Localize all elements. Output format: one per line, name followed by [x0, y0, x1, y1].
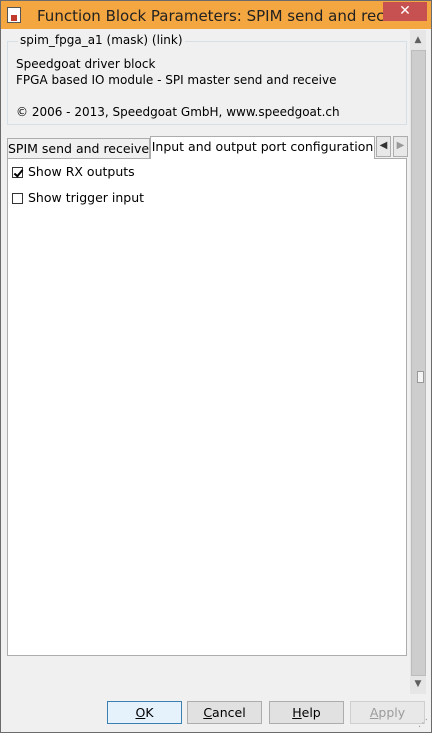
window-title: Function Block Parameters: SPIM send and…	[37, 7, 416, 25]
help-label-rest: elp	[301, 705, 321, 720]
cancel-label-rest: ancel	[212, 705, 246, 720]
scroll-down-icon[interactable]: ▼	[410, 676, 426, 692]
apply-label-rest: pply	[378, 705, 406, 720]
tab-strip: SPIM send and receive Input and output p…	[7, 136, 408, 159]
show-rx-outputs-label: Show RX outputs	[28, 164, 135, 179]
close-button[interactable]: ✕	[383, 2, 427, 21]
scroll-up-icon[interactable]: ▲	[410, 32, 426, 48]
show-trigger-input-label: Show trigger input	[28, 190, 145, 205]
copyright-line: © 2006 - 2013, Speedgoat GmbH, www.speed…	[16, 105, 340, 119]
vertical-scrollbar[interactable]: ▲ ▼	[410, 30, 426, 694]
ok-mnemonic: O	[135, 705, 146, 720]
show-rx-outputs-checkbox[interactable]	[12, 167, 23, 178]
ok-label-rest: K	[145, 705, 154, 720]
help-mnemonic: H	[292, 705, 302, 720]
description-line-1: Speedgoat driver block	[16, 57, 156, 71]
ok-button[interactable]: OK	[107, 701, 182, 724]
title-bar[interactable]: Function Block Parameters: SPIM send and…	[1, 1, 431, 29]
tab-spim-send-receive[interactable]: SPIM send and receive	[7, 138, 150, 158]
show-trigger-input-checkbox[interactable]	[12, 193, 23, 204]
mask-description-group: spim_fpga_a1 (mask) (link) Speedgoat dri…	[7, 33, 407, 125]
show-trigger-input-option[interactable]: Show trigger input	[12, 191, 144, 207]
scrollbar-grip-icon	[417, 371, 424, 383]
tab-panel: Show RX outputs Show trigger input	[7, 158, 407, 656]
tab-scroll-left-icon[interactable]: ◀	[376, 136, 391, 157]
show-rx-outputs-option[interactable]: Show RX outputs	[12, 165, 135, 181]
simulink-block-icon	[7, 7, 21, 23]
help-button[interactable]: Help	[269, 701, 344, 724]
description-line-2: FPGA based IO module - SPI master send a…	[16, 73, 337, 87]
group-legend: spim_fpga_a1 (mask) (link)	[18, 33, 185, 47]
cancel-button[interactable]: Cancel	[187, 701, 262, 724]
tab-io-port-config[interactable]: Input and output port configuration	[150, 136, 375, 159]
scrollbar-thumb[interactable]	[411, 50, 426, 676]
apply-button[interactable]: Apply	[350, 701, 425, 724]
resize-grip-icon[interactable]: ⋰	[418, 718, 428, 729]
cancel-mnemonic: C	[203, 705, 213, 720]
tab-scroll-right-icon[interactable]: ▶	[393, 136, 408, 157]
